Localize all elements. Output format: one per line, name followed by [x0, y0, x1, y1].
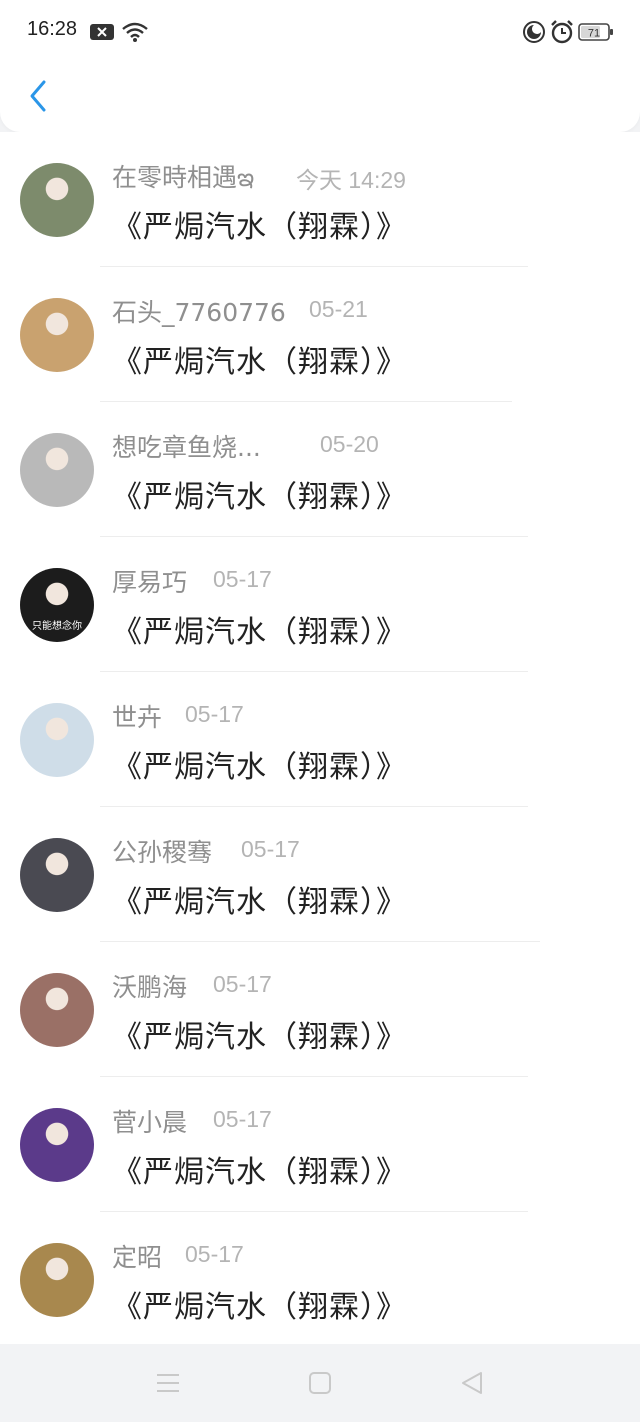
battery-level: 71 [588, 28, 600, 40]
do-not-disturb-icon [522, 20, 546, 48]
timestamp: 今天 14:29 [296, 167, 406, 193]
timestamp: 05-21 [309, 296, 368, 322]
wifi-icon [121, 21, 149, 47]
timestamp: 05-17 [241, 836, 300, 862]
back-button[interactable] [18, 76, 58, 120]
timestamp: 05-17 [213, 566, 272, 592]
avatar[interactable] [20, 838, 94, 912]
message-text[interactable]: 《严焗汽水（翔霖）》 [112, 607, 407, 651]
sender-name[interactable]: 定昭 [112, 1238, 162, 1274]
list-item[interactable]: 世卉 05-17 《严焗汽水（翔霖）》 [0, 672, 640, 807]
message-text[interactable]: 《严焗汽水（翔霖）》 [112, 1147, 407, 1191]
avatar[interactable] [20, 298, 94, 372]
back-triangle-icon[interactable] [459, 1370, 485, 1400]
share-list: 在零時相遇ఇ 今天 14:29 《严焗汽水（翔霖）》 石头_7760776 05-21 《… [0, 132, 640, 1344]
notification-x-icon [89, 22, 115, 46]
sender-name[interactable]: 在零時相遇ఇ [112, 158, 254, 199]
sender-name[interactable]: 想吃章鱼烧... [112, 428, 261, 464]
list-item[interactable]: 石头_7760776 05-21 《严焗汽水（翔霖）》 [0, 267, 640, 402]
sender-name[interactable]: 厚易巧 [112, 563, 187, 599]
message-text[interactable]: 《严焗汽水（翔霖）》 [112, 472, 407, 516]
message-text[interactable]: 《严焗汽水（翔霖）》 [112, 1012, 407, 1056]
sender-name[interactable]: 菅小晨 [112, 1103, 187, 1139]
list-item[interactable]: 公孙稷骞 05-17 《严焗汽水（翔霖）》 [0, 807, 640, 942]
system-nav-bar [0, 1344, 640, 1422]
message-text[interactable]: 《严焗汽水（翔霖）》 [112, 202, 407, 246]
list-item[interactable]: 定昭 05-17 《严焗汽水（翔霖）》 [0, 1212, 640, 1344]
avatar[interactable] [20, 973, 94, 1047]
message-text[interactable]: 《严焗汽水（翔霖）》 [112, 1282, 407, 1326]
sender-name[interactable]: 石头_7760776 [112, 293, 286, 329]
message-text[interactable]: 《严焗汽水（翔霖）》 [112, 742, 407, 786]
avatar[interactable] [20, 703, 94, 777]
list-item[interactable]: 沃鹏海 05-17 《严焗汽水（翔霖）》 [0, 942, 640, 1077]
sender-name[interactable]: 公孙稷骞 [112, 833, 212, 869]
sender-name[interactable]: 沃鹏海 [112, 968, 187, 1004]
list-item[interactable]: 只能想念你 厚易巧 05-17 《严焗汽水（翔霖）》 [0, 537, 640, 672]
avatar[interactable] [20, 163, 94, 237]
alarm-icon [549, 19, 575, 49]
timestamp: 05-17 [213, 1106, 272, 1132]
timestamp: 05-20 [320, 431, 379, 457]
avatar-caption: 只能想念你 [32, 621, 82, 632]
menu-icon[interactable] [155, 1371, 181, 1399]
timestamp: 05-17 [185, 701, 244, 727]
avatar[interactable]: 只能想念你 [20, 568, 94, 642]
avatar[interactable] [20, 1243, 94, 1317]
avatar[interactable] [20, 433, 94, 507]
status-time: 16:28 [27, 18, 78, 40]
chevron-left-icon [28, 79, 48, 117]
message-text[interactable]: 《严焗汽水（翔霖）》 [112, 877, 407, 921]
battery-icon: 71 [578, 22, 614, 46]
avatar[interactable] [20, 1108, 94, 1182]
sender-name[interactable]: 世卉 [112, 698, 162, 734]
message-text[interactable]: 《严焗汽水（翔霖）》 [112, 337, 407, 381]
list-item[interactable]: 在零時相遇ఇ 今天 14:29 《严焗汽水（翔霖）》 [0, 132, 640, 267]
home-square-icon[interactable] [308, 1371, 332, 1399]
header-bar: 16:28 71 [0, 0, 640, 132]
list-item[interactable]: 想吃章鱼烧... 05-20 《严焗汽水（翔霖）》 [0, 402, 640, 537]
list-item[interactable]: 菅小晨 05-17 《严焗汽水（翔霖）》 [0, 1077, 640, 1212]
timestamp: 05-17 [213, 971, 272, 997]
timestamp: 05-17 [185, 1241, 244, 1267]
